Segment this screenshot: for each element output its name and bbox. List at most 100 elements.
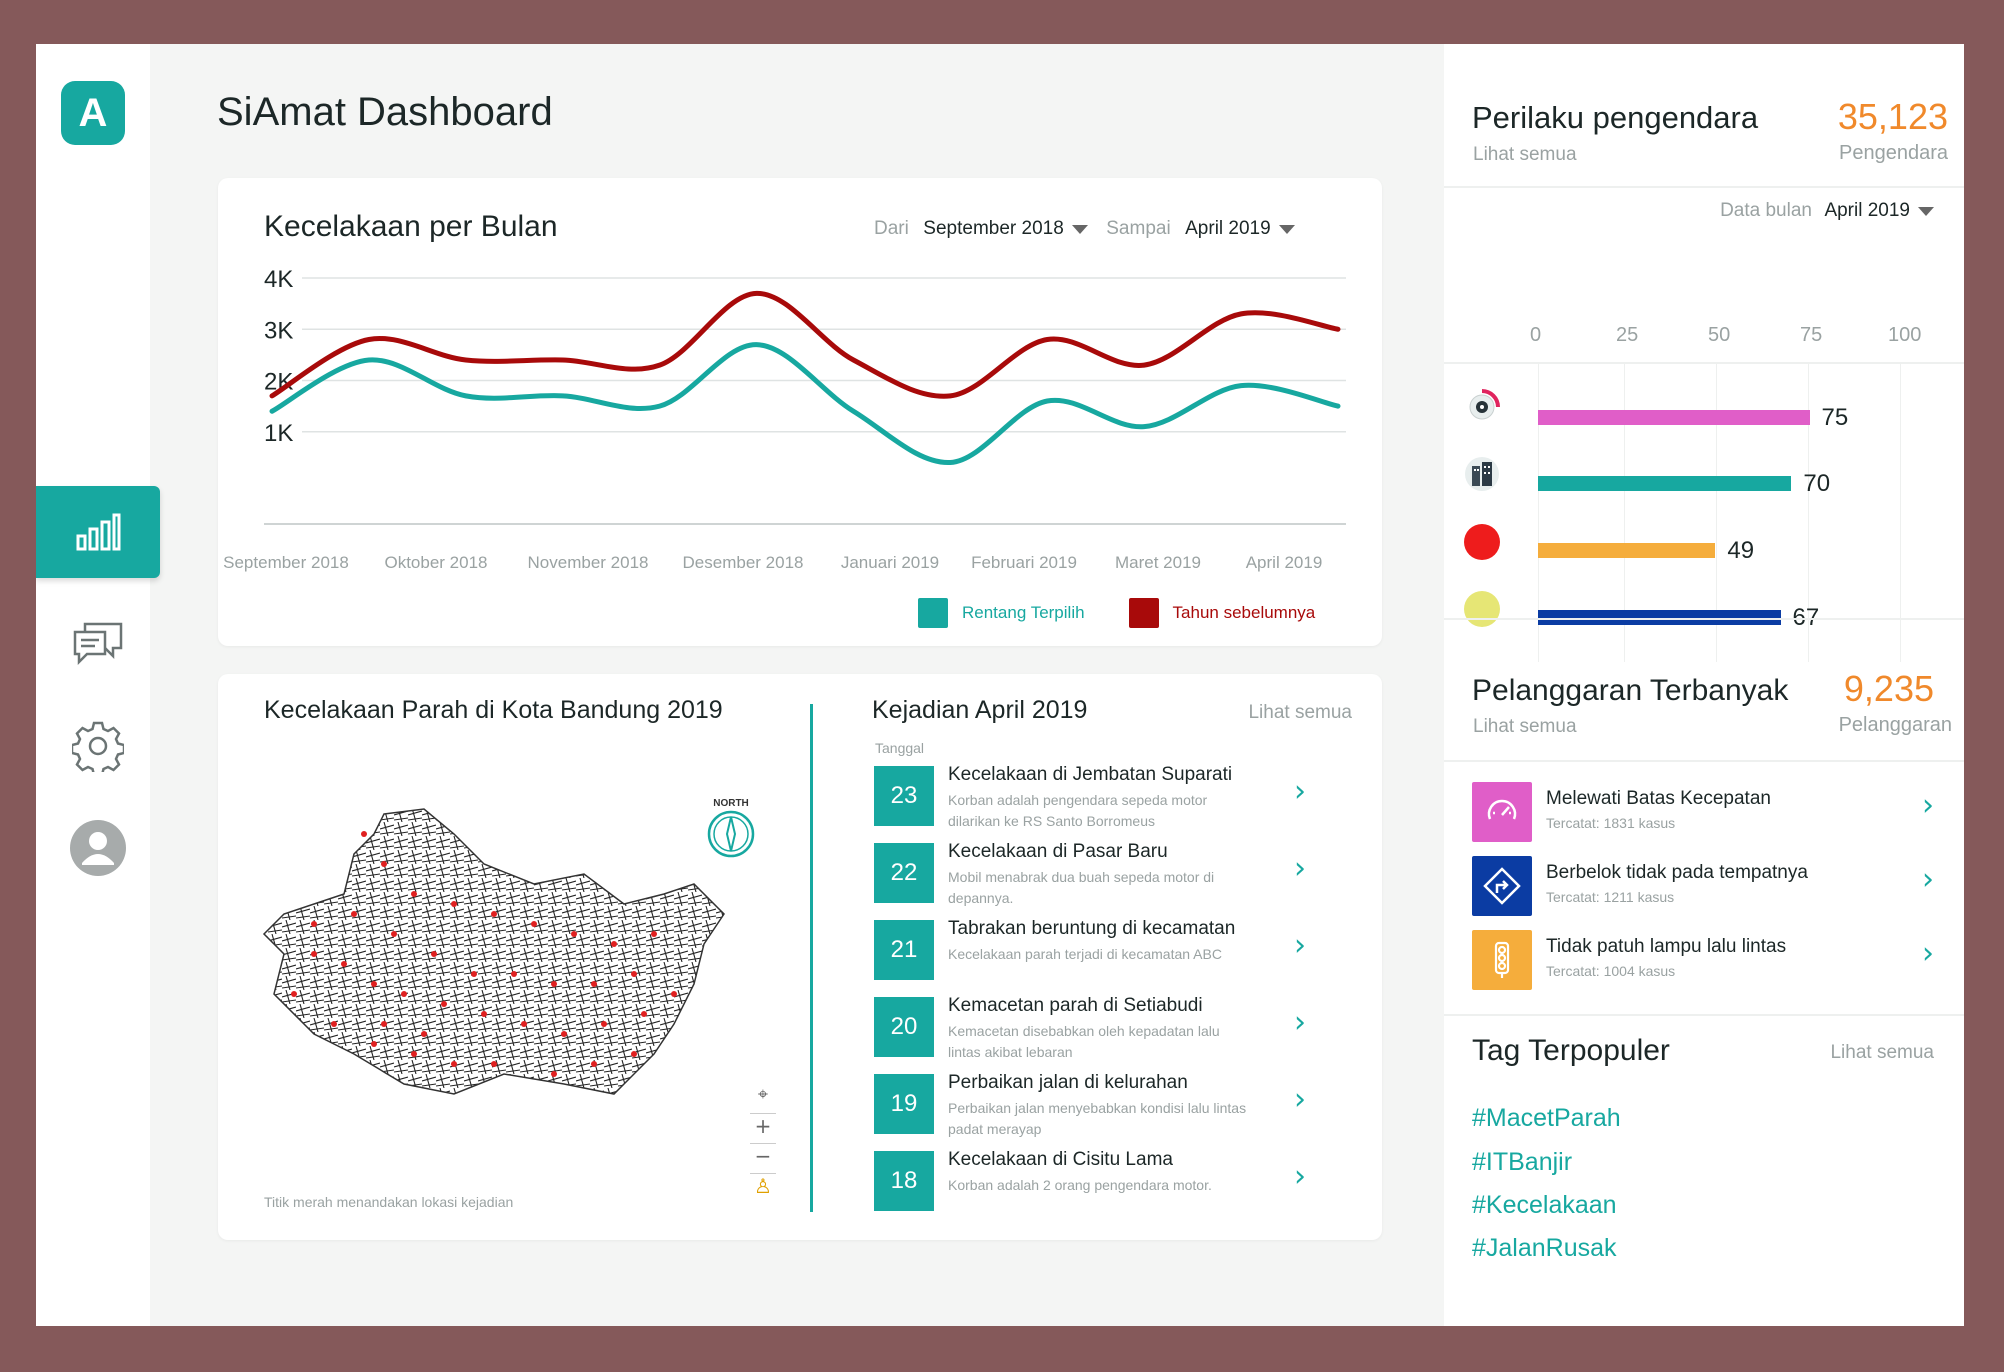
event-date: 23 (874, 766, 934, 826)
locate-button[interactable]: ⌖ (750, 1084, 776, 1114)
chevron-right-icon[interactable]: › (1294, 774, 1306, 809)
violations-see-all[interactable]: Lihat semua (1473, 716, 1577, 738)
tag-link[interactable]: #Kecelakaan (1472, 1191, 1617, 1220)
violation-title: Tidak patuh lampu lalu lintas (1546, 936, 1787, 957)
accident-marker[interactable] (381, 861, 387, 867)
event-title: Tabrakan beruntung di kecamatan (948, 918, 1236, 939)
red-dot-icon (1464, 524, 1500, 560)
accident-marker[interactable] (351, 911, 357, 917)
zoom-in-button[interactable]: + (750, 1114, 776, 1144)
violation-row[interactable]: Melewati Batas Kecepatan Tercatat: 1831 … (1472, 782, 1952, 844)
accident-marker[interactable] (361, 831, 367, 837)
tag-link[interactable]: #MacetParah (1472, 1104, 1621, 1133)
accident-marker[interactable] (611, 941, 617, 947)
tag-link[interactable]: #ITBanjir (1472, 1148, 1572, 1177)
nav-dashboard[interactable] (36, 486, 160, 578)
event-title: Kemacetan parah di Setiabudi (948, 995, 1203, 1016)
accident-marker[interactable] (641, 1011, 647, 1017)
event-desc: Perbaikan jalan menyebabkan kondisi lalu… (948, 1100, 1247, 1137)
event-row[interactable]: 20 Kemacetan parah di Setiabudi Kemaceta… (874, 995, 1374, 1077)
event-row[interactable]: 19 Perbaikan jalan di kelurahan Perbaika… (874, 1072, 1374, 1154)
accident-marker[interactable] (331, 1021, 337, 1027)
violations-count: 9,235 (1843, 668, 1934, 709)
accident-marker[interactable] (401, 991, 407, 997)
chevron-right-icon[interactable]: › (1294, 1082, 1306, 1117)
accident-marker[interactable] (411, 891, 417, 897)
accident-marker[interactable] (521, 1021, 527, 1027)
event-desc: Kecelakaan parah terjadi di kecamatan AB… (948, 946, 1222, 962)
chevron-right-icon[interactable]: › (1294, 1159, 1306, 1194)
north-label: NORTH (713, 798, 749, 809)
accident-marker[interactable] (591, 1061, 597, 1067)
event-desc: Mobil menabrak dua buah sepeda motor di … (948, 869, 1215, 906)
event-row[interactable]: 18 Kecelakaan di Cisitu Lama Korban adal… (874, 1149, 1374, 1231)
user-avatar-icon (70, 820, 126, 876)
riders-see-all[interactable]: Lihat semua (1473, 144, 1577, 166)
accident-marker[interactable] (311, 921, 317, 927)
tag-link[interactable]: #JalanRusak (1472, 1234, 1617, 1263)
nav-settings[interactable] (36, 700, 160, 792)
accident-marker[interactable] (551, 981, 557, 987)
nav-messages[interactable] (36, 596, 160, 688)
accident-marker[interactable] (371, 981, 377, 987)
accident-marker[interactable] (551, 1071, 557, 1077)
event-title: Kecelakaan di Pasar Baru (948, 841, 1168, 862)
accident-marker[interactable] (571, 931, 577, 937)
rider-behavior-chart: 0 25 50 75 100 75 70 49 67 (1444, 234, 1964, 664)
event-row[interactable]: 22 Kecelakaan di Pasar Baru Mobil menabr… (874, 841, 1374, 923)
chevron-right-icon[interactable]: › (1294, 928, 1306, 963)
chevron-right-icon[interactable]: › (1922, 936, 1934, 971)
accident-marker[interactable] (471, 971, 477, 977)
chevron-right-icon[interactable]: › (1922, 862, 1934, 897)
accident-marker[interactable] (441, 1001, 447, 1007)
app-window: A SiAmat Dashboard Kecelakaan per Bulan … (36, 44, 1964, 1326)
accident-marker[interactable] (481, 1011, 487, 1017)
accident-marker[interactable] (561, 1031, 567, 1037)
nav-profile[interactable] (36, 802, 160, 894)
event-row[interactable]: 23 Kecelakaan di Jembatan Suparati Korba… (874, 764, 1374, 846)
riders-count-label: Pengendara (1839, 142, 1948, 164)
accident-marker[interactable] (391, 931, 397, 937)
accident-marker[interactable] (631, 971, 637, 977)
accident-marker[interactable] (341, 961, 347, 967)
chevron-right-icon[interactable]: › (1922, 788, 1934, 823)
accident-marker[interactable] (671, 991, 677, 997)
accident-marker[interactable] (451, 1061, 457, 1067)
accident-marker[interactable] (291, 991, 297, 997)
accident-marker[interactable] (431, 951, 437, 957)
bandung-map[interactable] (254, 794, 774, 1154)
tags-see-all[interactable]: Lihat semua (1830, 1042, 1934, 1064)
accident-marker[interactable] (531, 921, 537, 927)
accident-marker[interactable] (631, 1051, 637, 1057)
events-see-all[interactable]: Lihat semua (1248, 702, 1352, 724)
yellow-dot-icon (1464, 591, 1500, 627)
chevron-right-icon[interactable]: › (1294, 851, 1306, 886)
accident-marker[interactable] (421, 1031, 427, 1037)
month-value: April 2019 (1824, 200, 1910, 221)
zoom-out-button[interactable]: − (750, 1144, 776, 1174)
violation-row[interactable]: Tidak patuh lampu lalu lintas Tercatat: … (1472, 930, 1952, 992)
violation-row[interactable]: Berbelok tidak pada tempatnya Tercatat: … (1472, 856, 1952, 918)
accident-marker[interactable] (451, 901, 457, 907)
x-tick-label: November 2018 (528, 553, 649, 572)
accident-marker[interactable] (381, 1021, 387, 1027)
accident-marker[interactable] (651, 931, 657, 937)
accident-marker[interactable] (491, 911, 497, 917)
chevron-right-icon[interactable]: › (1294, 1005, 1306, 1040)
accident-marker[interactable] (591, 981, 597, 987)
accident-marker[interactable] (601, 1021, 607, 1027)
bar-value-label: 75 (1821, 404, 1849, 431)
event-row[interactable]: 21 Tabrakan beruntung di kecamatan Kecel… (874, 918, 1374, 1000)
accident-marker[interactable] (371, 1041, 377, 1047)
accident-marker[interactable] (411, 1051, 417, 1057)
riders-month-filter[interactable]: Data bulan April 2019 (1720, 200, 1934, 222)
map-events-card: Kecelakaan Parah di Kota Bandung 2019 NO… (218, 674, 1382, 1240)
app-logo[interactable]: A (61, 81, 125, 145)
chevron-down-icon (1918, 207, 1934, 217)
street-view-button[interactable]: ♙ (750, 1174, 776, 1204)
accident-marker[interactable] (311, 951, 317, 957)
divider (1444, 362, 1964, 364)
accident-marker[interactable] (491, 1061, 497, 1067)
divider (1444, 618, 1964, 620)
accident-marker[interactable] (511, 971, 517, 977)
